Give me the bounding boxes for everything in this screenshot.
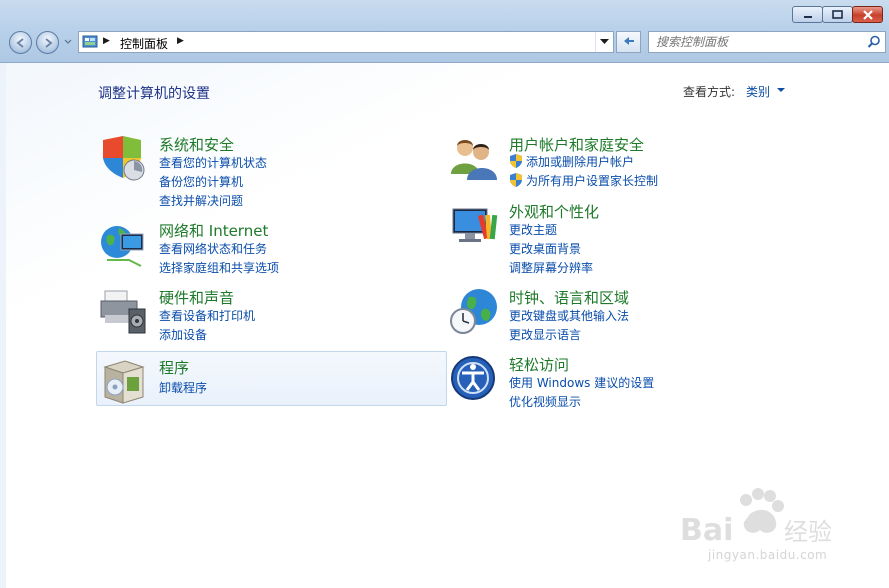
link-recommended-settings[interactable]: 使用 Windows 建议的设置	[509, 374, 654, 391]
ease-title[interactable]: 轻松访问	[509, 354, 569, 375]
link-view-network-status[interactable]: 查看网络状态和任务	[159, 240, 267, 257]
breadcrumb-control-panel[interactable]: 控制面板	[120, 35, 168, 52]
link-devices-printers[interactable]: 查看设备和打印机	[159, 307, 255, 324]
breadcrumb-arrow-icon[interactable]: ▶	[103, 36, 110, 46]
network-title[interactable]: 网络和 Internet	[159, 220, 268, 241]
window-titlebar: ▶ 控制面板 ▶	[0, 0, 889, 63]
link-parental-controls[interactable]: 为所有用户设置家长控制	[509, 172, 658, 189]
programs-box-icon	[103, 360, 145, 404]
arrow-right-icon	[44, 37, 53, 48]
link-parental-controls-label: 为所有用户设置家长控制	[526, 174, 659, 188]
refresh-button[interactable]	[616, 31, 641, 53]
search-input[interactable]	[656, 34, 856, 50]
link-add-device[interactable]: 添加设备	[159, 326, 207, 343]
monitor-colors-icon	[452, 208, 498, 242]
maximize-button[interactable]	[822, 6, 853, 23]
link-add-remove-accounts[interactable]: 添加或删除用户帐户	[509, 153, 634, 170]
minimize-button[interactable]	[792, 6, 823, 23]
hardware-title[interactable]: 硬件和声音	[159, 287, 234, 308]
link-homegroup-sharing[interactable]: 选择家庭组和共享选项	[159, 259, 279, 276]
category-programs: 程序 卸载程序	[99, 357, 439, 404]
svg-text:经验: 经验	[784, 518, 832, 546]
uac-shield-icon	[510, 154, 522, 168]
control-panel-icon	[82, 35, 98, 48]
uac-shield-icon	[510, 173, 522, 187]
back-button[interactable]	[9, 31, 32, 54]
close-icon	[862, 9, 873, 20]
link-change-theme[interactable]: 更改主题	[509, 221, 557, 238]
baidu-watermark-url: jingyan.baidu.com	[708, 548, 828, 562]
network-globe-icon	[101, 226, 144, 267]
category-ease-of-access: 轻松访问 使用 Windows 建议的设置 优化视频显示	[449, 354, 789, 414]
link-add-remove-accounts-label: 添加或删除用户帐户	[526, 155, 635, 169]
programs-title[interactable]: 程序	[159, 357, 189, 378]
link-backup-computer[interactable]: 备份您的计算机	[159, 173, 243, 190]
arrow-left-icon	[15, 37, 24, 48]
link-display-language[interactable]: 更改显示语言	[509, 326, 581, 343]
address-dropdown-button[interactable]	[595, 32, 613, 52]
users-icon	[451, 140, 497, 180]
link-keyboard-input[interactable]: 更改键盘或其他输入法	[509, 307, 629, 324]
link-optimize-display[interactable]: 优化视频显示	[509, 393, 581, 410]
system-security-title[interactable]: 系统和安全	[159, 134, 234, 155]
svg-text:Bai: Bai	[680, 513, 733, 548]
search-icon[interactable]	[867, 35, 881, 49]
close-button[interactable]	[852, 6, 883, 23]
link-uninstall-program[interactable]: 卸载程序	[159, 379, 207, 396]
link-screen-resolution[interactable]: 调整屏幕分辨率	[509, 259, 593, 276]
chevron-down-icon	[600, 39, 609, 44]
link-change-background[interactable]: 更改桌面背景	[509, 240, 581, 257]
link-troubleshoot[interactable]: 查找并解决问题	[159, 192, 243, 209]
link-view-computer-status[interactable]: 查看您的计算机状态	[159, 154, 267, 171]
view-by-dropdown[interactable]: 类别	[746, 83, 770, 100]
category-system-security: 系统和安全 查看您的计算机状态 备份您的计算机 查找并解决问题	[99, 134, 439, 210]
page-title: 调整计算机的设置	[98, 86, 210, 102]
recent-pages-dropdown[interactable]	[63, 37, 73, 47]
left-border	[0, 63, 6, 588]
category-clock-language-region: 时钟、语言和区域 更改键盘或其他输入法 更改显示语言	[449, 287, 789, 347]
category-network-internet: 网络和 Internet 查看网络状态和任务 选择家庭组和共享选项	[99, 220, 439, 280]
category-appearance: 外观和个性化 更改主题 更改桌面背景 调整屏幕分辨率	[449, 201, 789, 277]
address-bar[interactable]: ▶ 控制面板 ▶	[78, 31, 614, 53]
breadcrumb-arrow-icon[interactable]: ▶	[177, 36, 184, 46]
printer-icon	[100, 290, 146, 334]
maximize-icon	[832, 10, 843, 19]
minimize-icon	[803, 15, 812, 18]
shield-icon	[103, 136, 145, 181]
chevron-down-icon[interactable]	[777, 88, 785, 93]
refresh-icon	[623, 37, 634, 45]
user-accounts-title[interactable]: 用户帐户和家庭安全	[509, 134, 644, 155]
ease-of-access-icon	[451, 356, 495, 400]
window-controls	[792, 6, 883, 23]
view-by-label: 查看方式:	[683, 85, 736, 99]
category-hardware-sound: 硬件和声音 查看设备和打印机 添加设备	[99, 287, 439, 347]
search-box[interactable]	[648, 31, 886, 53]
forward-button[interactable]	[36, 31, 59, 54]
category-user-accounts: 用户帐户和家庭安全 添加或删除用户帐户 为所有用户设置家长控制	[449, 134, 789, 194]
clock-globe-icon	[450, 289, 497, 334]
clock-title[interactable]: 时钟、语言和区域	[509, 287, 629, 308]
appearance-title[interactable]: 外观和个性化	[509, 201, 599, 222]
